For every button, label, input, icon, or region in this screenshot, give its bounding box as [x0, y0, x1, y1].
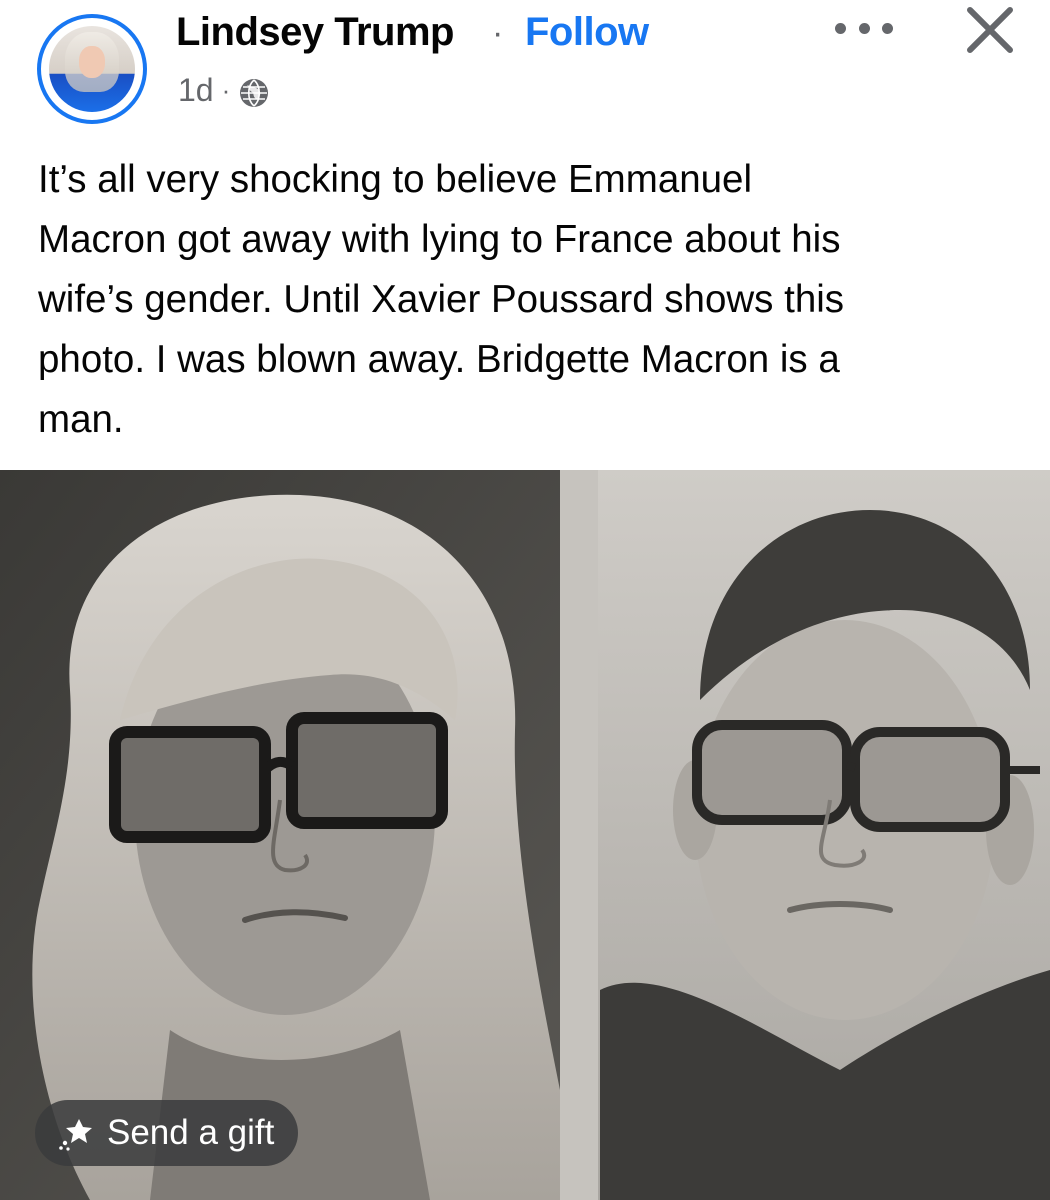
side-by-side-newspaper-portraits: [0, 470, 1050, 1200]
name-separator: ·: [492, 14, 504, 52]
author-name[interactable]: Lindsey Trump: [176, 10, 455, 55]
more-dot: [882, 22, 893, 34]
post-header: Lindsey Trump · Follow 1d ·: [0, 0, 1050, 130]
more-dot: [835, 22, 846, 34]
post-text: It’s all very shocking to believe Emmanu…: [38, 158, 845, 441]
more-dot: [858, 22, 870, 34]
close-icon[interactable]: [960, 2, 1020, 62]
follow-button[interactable]: Follow: [525, 10, 649, 55]
more-options-icon[interactable]: [835, 18, 893, 38]
post-timestamp[interactable]: 1d: [178, 72, 214, 109]
avatar-face: [79, 46, 105, 78]
profile-photo-avatar: [49, 26, 135, 112]
post-meta: 1d ·: [178, 72, 270, 109]
author-avatar[interactable]: [37, 14, 147, 124]
globe-icon[interactable]: [238, 77, 270, 109]
meta-separator: ·: [221, 75, 231, 105]
gift-icon: [59, 1119, 92, 1151]
send-gift-button[interactable]: Send a gift: [35, 1100, 299, 1166]
send-gift-label: Send a gift: [107, 1113, 275, 1152]
post-photo[interactable]: [0, 470, 1050, 1200]
